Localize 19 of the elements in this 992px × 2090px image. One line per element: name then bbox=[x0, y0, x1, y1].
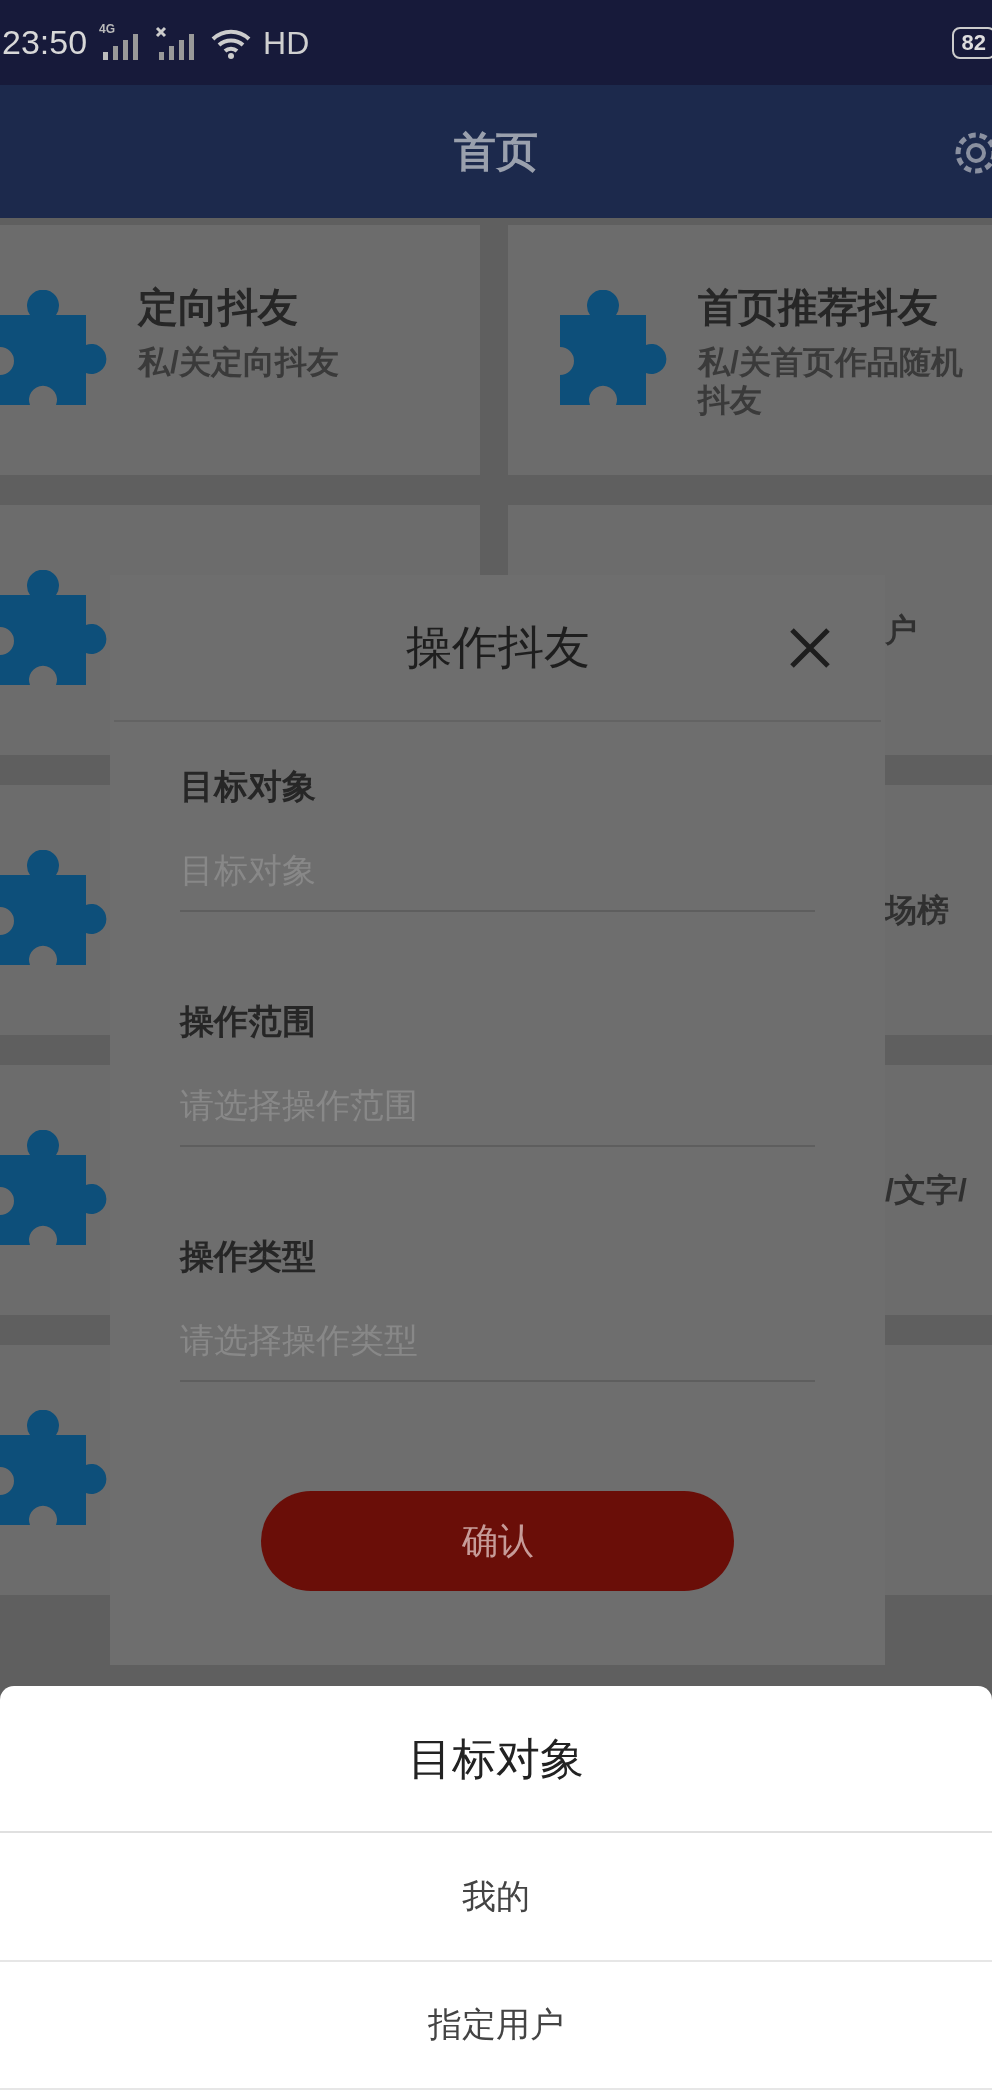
card-title: 户 bbox=[885, 611, 917, 650]
header-title: 首页 bbox=[454, 127, 538, 177]
battery-indicator: 82 bbox=[951, 26, 992, 59]
field-label: 操作类型 bbox=[180, 1236, 317, 1277]
card-title: /文字/ bbox=[885, 1171, 967, 1210]
clock: 23:50 bbox=[2, 22, 88, 63]
dialog-title: 操作抖友 bbox=[405, 620, 590, 675]
confirm-button[interactable]: 确认 bbox=[261, 1491, 734, 1591]
field-label: 目标对象 bbox=[180, 766, 317, 807]
field-label: 操作范围 bbox=[180, 1001, 317, 1042]
network-type: 4G bbox=[99, 20, 116, 38]
card-title: 首页推荐抖友 bbox=[698, 285, 939, 329]
hd-indicator: HD bbox=[263, 23, 310, 63]
sheet-option[interactable]: 指定用户 bbox=[0, 1961, 992, 2090]
card-title: 定向抖友 bbox=[138, 285, 299, 329]
close-icon[interactable] bbox=[789, 627, 831, 669]
sheet-title: 目标对象 bbox=[408, 1732, 584, 1785]
card-title: 场榜 bbox=[885, 891, 949, 930]
sheet-option[interactable]: 我的 bbox=[0, 1833, 992, 1962]
